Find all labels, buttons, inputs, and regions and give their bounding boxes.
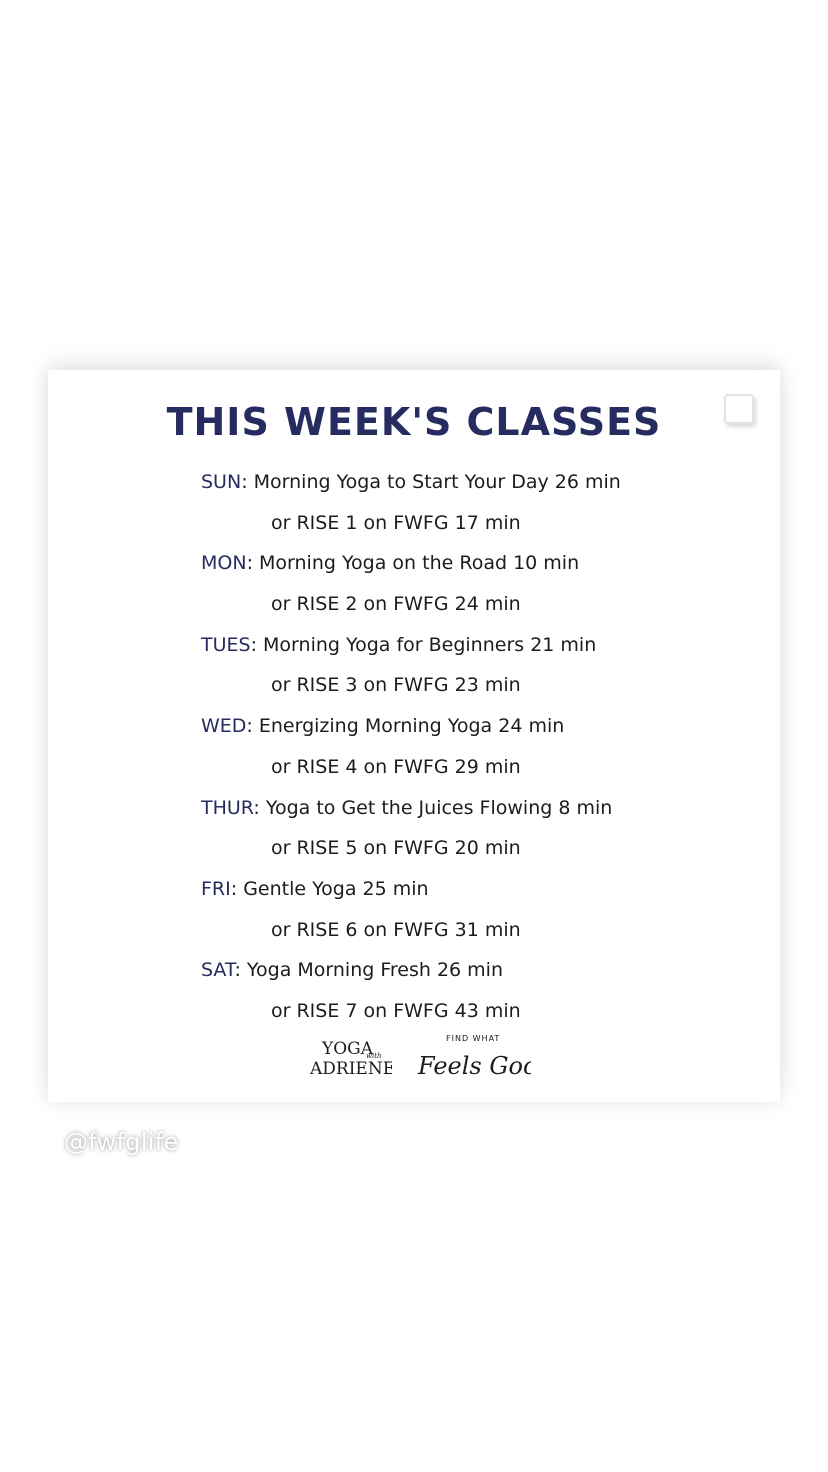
class-name: Yoga Morning Fresh 26 min	[246, 959, 503, 982]
weekly-schedule: SUN: Morning Yoga to Start Your Day 26 m…	[201, 462, 761, 1032]
schedule-alt-tues: or RISE 3 on FWFG 23 min	[271, 674, 521, 697]
class-name: Morning Yoga on the Road 10 min	[259, 552, 580, 575]
schedule-alt-fri: or RISE 6 on FWFG 31 min	[271, 918, 521, 941]
schedule-row-tues: TUES: Morning Yoga for Beginners 21 min	[201, 633, 597, 656]
schedule-row-sat: SAT: Yoga Morning Fresh 26 min	[201, 959, 503, 982]
day-label: MON	[201, 552, 247, 575]
yoga-with-adriene-logo: YOGA with ADRIENE	[309, 1039, 392, 1079]
find-what-feels-good-logo: FIND WHAT Feels Good	[417, 1034, 531, 1080]
classes-card: THIS WEEK'S CLASSES SUN: Morning Yoga to…	[48, 370, 780, 1102]
svg-text:Feels Good: Feels Good	[417, 1052, 531, 1080]
account-handle: @fwfglife	[64, 1128, 179, 1156]
class-name: Gentle Yoga 25 min	[243, 877, 429, 900]
schedule-alt-mon: or RISE 2 on FWFG 24 min	[271, 593, 521, 616]
day-label: SAT	[201, 959, 235, 982]
schedule-row-fri: FRI: Gentle Yoga 25 min	[201, 877, 429, 900]
class-name: Morning Yoga for Beginners 21 min	[263, 633, 597, 656]
story-view: THIS WEEK'S CLASSES SUN: Morning Yoga to…	[0, 0, 828, 1472]
day-label: SUN	[201, 471, 242, 493]
day-label: TUES	[201, 633, 251, 656]
day-label: FRI	[201, 877, 231, 900]
day-label: THUR	[201, 796, 254, 819]
schedule-alt-thur: or RISE 5 on FWFG 20 min	[271, 837, 521, 860]
brand-logos: YOGA with ADRIENE FIND WHAT Feels Good	[48, 1032, 780, 1082]
class-name: Morning Yoga to Start Your Day 26 min	[253, 471, 621, 493]
schedule-alt-wed: or RISE 4 on FWFG 29 min	[271, 755, 521, 778]
schedule-alt-sun: or RISE 1 on FWFG 17 min	[271, 511, 521, 534]
schedule-alt-sat: or RISE 7 on FWFG 43 min	[271, 999, 521, 1022]
schedule-row-mon: MON: Morning Yoga on the Road 10 min	[201, 552, 580, 575]
card-title: THIS WEEK'S CLASSES	[166, 400, 662, 444]
class-name: Energizing Morning Yoga 24 min	[258, 715, 565, 738]
svg-text:FIND WHAT: FIND WHAT	[446, 1034, 500, 1043]
schedule-row-sun: SUN: Morning Yoga to Start Your Day 26 m…	[201, 471, 621, 493]
schedule-row-wed: WED: Energizing Morning Yoga 24 min	[201, 715, 565, 738]
svg-text:ADRIENE: ADRIENE	[309, 1059, 392, 1079]
schedule-row-thur: THUR: Yoga to Get the Juices Flowing 8 m…	[201, 796, 613, 819]
day-label: WED	[201, 715, 247, 738]
class-name: Yoga to Get the Juices Flowing 8 min	[265, 796, 613, 819]
